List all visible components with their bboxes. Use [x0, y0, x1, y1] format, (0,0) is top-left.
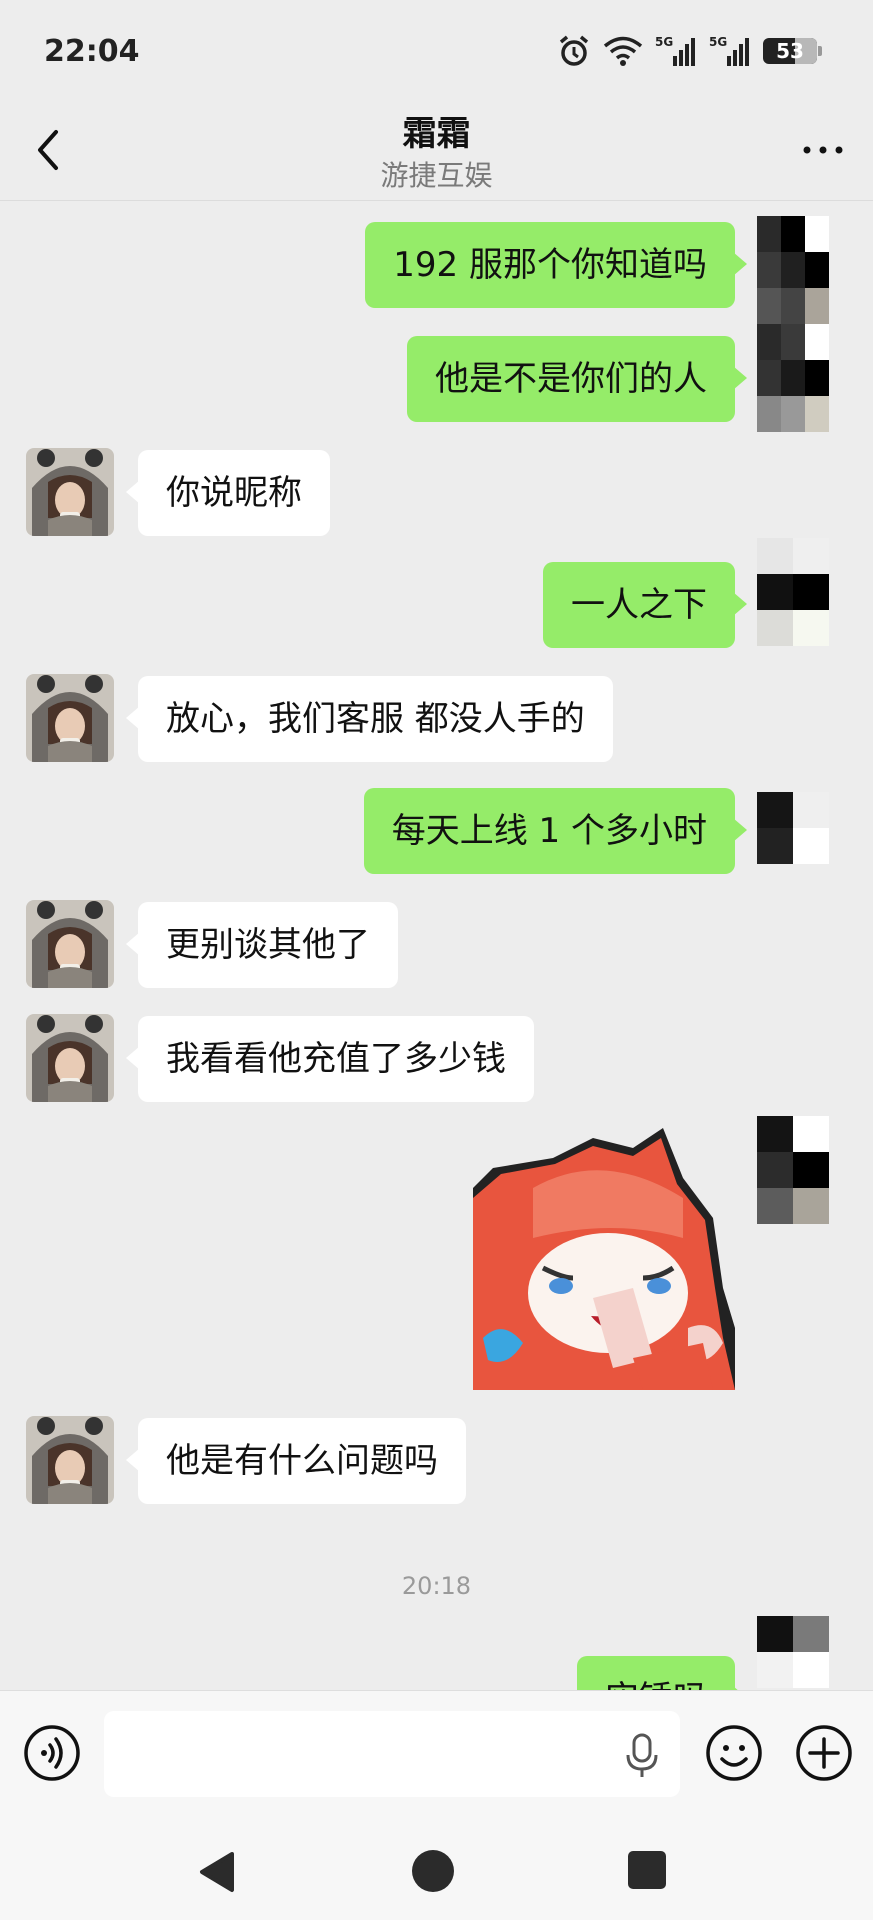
contact-avatar[interactable] [26, 900, 114, 988]
nav-home-icon[interactable] [412, 1850, 454, 1892]
status-bar: 22:04 5G 5G 53 [0, 0, 873, 100]
alarm-icon [559, 35, 589, 66]
message-timestamp: 20:18 [401, 1572, 472, 1600]
nav-recents-icon[interactable] [628, 1851, 666, 1889]
status-icons: 5G 5G 53 [557, 34, 822, 68]
wifi-icon [603, 36, 643, 66]
my-avatar[interactable] [757, 538, 829, 646]
battery-icon: 53 [763, 38, 822, 64]
my-avatar[interactable] [757, 1116, 829, 1224]
message-bubble-received[interactable]: 我看看他充值了多少钱 [126, 1016, 534, 1102]
message-bubble-received[interactable]: 放心，我们客服 都没人手的 [126, 676, 613, 762]
contact-avatar[interactable] [26, 448, 114, 536]
message-bubble-sent[interactable]: 他是不是你们的人 [407, 336, 747, 422]
message-bubble-sent[interactable]: 192 服那个你知道吗 [365, 222, 747, 308]
message-bubble-received[interactable]: 他是有什么问题吗 [126, 1418, 466, 1504]
voice-icon[interactable] [22, 1723, 82, 1783]
signal-5g-icon: 5G [709, 35, 749, 66]
chat-header: 霜霜 游捷互娱 [0, 100, 873, 201]
my-avatar[interactable] [757, 216, 829, 432]
message-bubble-received[interactable]: 你说昵称 [126, 450, 330, 536]
more-dots-icon[interactable] [795, 122, 851, 178]
system-nav-bar [0, 1820, 873, 1920]
plus-icon[interactable] [794, 1723, 854, 1783]
contact-avatar[interactable] [26, 1014, 114, 1102]
svg-text:5G: 5G [655, 35, 673, 49]
my-avatar[interactable] [757, 792, 829, 864]
microphone-icon[interactable] [620, 1731, 664, 1781]
message-bubble-sent[interactable]: 实锤吗 [577, 1656, 747, 1690]
status-time: 22:04 [44, 34, 140, 69]
contact-name: 霜霜 [402, 114, 471, 154]
emoji-icon[interactable] [704, 1723, 764, 1783]
svg-text:5G: 5G [709, 35, 727, 49]
contact-avatar[interactable] [26, 1416, 114, 1504]
input-bar [0, 1690, 873, 1821]
sticker-image[interactable] [473, 1128, 735, 1390]
my-avatar[interactable] [757, 1616, 829, 1688]
contact-avatar[interactable] [26, 674, 114, 762]
message-bubble-sent[interactable]: 每天上线 1 个多小时 [363, 788, 748, 874]
battery-level: 53 [776, 39, 804, 63]
message-list[interactable]: 192 服那个你知道吗 他是不是你们的人 你说昵称 一人之下 放心，我们客服 都… [0, 200, 873, 1690]
signal-5g-icon: 5G [655, 35, 695, 66]
contact-company: 游捷互娱 [380, 159, 493, 192]
message-bubble-sent[interactable]: 一人之下 [543, 562, 747, 648]
message-input[interactable] [104, 1711, 680, 1797]
nav-back-icon[interactable] [196, 1850, 236, 1894]
message-bubble-received[interactable]: 更别谈其他了 [126, 902, 398, 988]
